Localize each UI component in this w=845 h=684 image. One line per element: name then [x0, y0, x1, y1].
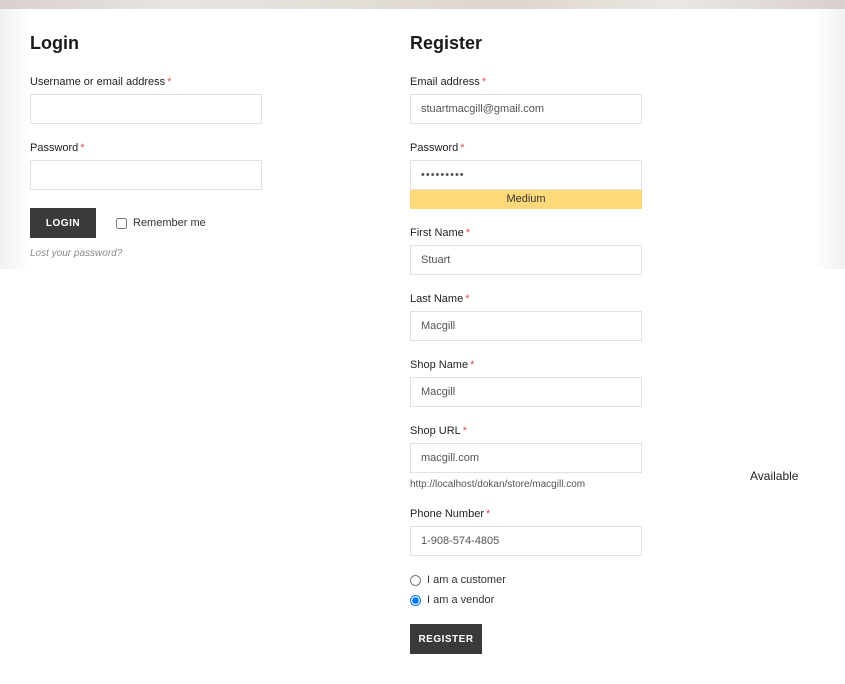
- register-shopname-label: Shop Name*: [410, 359, 815, 371]
- remember-label: Remember me: [133, 217, 206, 229]
- register-lastname-input[interactable]: [410, 311, 642, 341]
- register-email-label: Email address*: [410, 76, 815, 88]
- login-password-input[interactable]: [30, 160, 262, 190]
- register-email-field: Email address*: [410, 76, 815, 124]
- register-lastname-field: Last Name*: [410, 293, 815, 341]
- role-customer-wrap[interactable]: I am a customer: [410, 574, 815, 586]
- register-password-field: Password* Medium: [410, 142, 815, 209]
- role-customer-radio[interactable]: [410, 575, 421, 586]
- login-username-label: Username or email address*: [30, 76, 380, 88]
- role-vendor-radio[interactable]: [410, 595, 421, 606]
- register-password-input[interactable]: [410, 160, 642, 190]
- register-title: Register: [410, 33, 815, 54]
- register-shopurl-label: Shop URL*: [410, 425, 815, 437]
- register-password-label: Password*: [410, 142, 815, 154]
- role-customer-label: I am a customer: [427, 574, 506, 586]
- register-role-group: I am a customer I am a vendor: [410, 574, 815, 606]
- role-vendor-wrap[interactable]: I am a vendor: [410, 594, 815, 606]
- register-phone-field: Phone Number*: [410, 508, 815, 556]
- register-shopurl-input[interactable]: [410, 443, 642, 473]
- lost-password-link[interactable]: Lost your password?: [30, 248, 380, 259]
- register-phone-input[interactable]: [410, 526, 642, 556]
- register-phone-label: Phone Number*: [410, 508, 815, 520]
- shopurl-availability: Available: [750, 469, 798, 483]
- register-lastname-label: Last Name*: [410, 293, 815, 305]
- login-title: Login: [30, 33, 380, 54]
- role-vendor-label: I am a vendor: [427, 594, 494, 606]
- login-panel: Login Username or email address* Passwor…: [30, 33, 410, 654]
- login-button[interactable]: LOGIN: [30, 208, 96, 238]
- remember-me-wrap[interactable]: Remember me: [116, 217, 206, 229]
- header-banner: [0, 0, 845, 9]
- register-email-input[interactable]: [410, 94, 642, 124]
- register-firstname-field: First Name*: [410, 227, 815, 275]
- register-panel: Register Email address* Password* Medium…: [410, 33, 815, 654]
- login-username-input[interactable]: [30, 94, 262, 124]
- register-button[interactable]: REGISTER: [410, 624, 482, 654]
- register-firstname-input[interactable]: [410, 245, 642, 275]
- remember-checkbox[interactable]: [116, 218, 127, 229]
- register-firstname-label: First Name*: [410, 227, 815, 239]
- login-password-field: Password*: [30, 142, 380, 190]
- password-strength-meter: Medium: [410, 189, 642, 209]
- register-shopname-input[interactable]: [410, 377, 642, 407]
- login-username-field: Username or email address*: [30, 76, 380, 124]
- login-password-label: Password*: [30, 142, 380, 154]
- register-shopname-field: Shop Name*: [410, 359, 815, 407]
